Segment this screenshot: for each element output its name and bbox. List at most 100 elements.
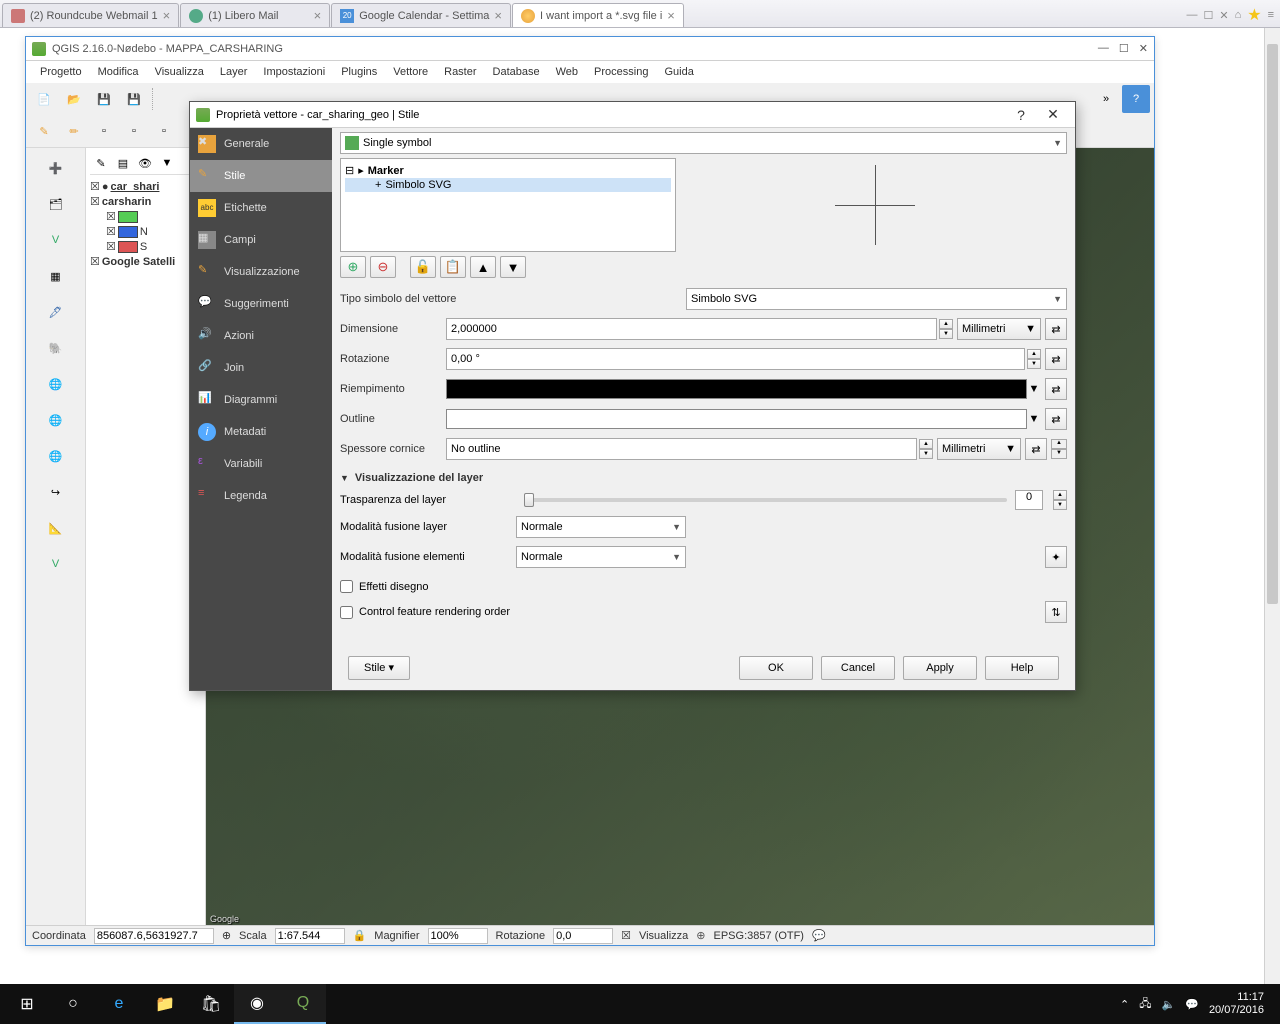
- feather-icon[interactable]: 🖋: [42, 298, 70, 326]
- qgis-titlebar[interactable]: QGIS 2.16.0-Nødebo - MAPPA_CARSHARING ― …: [26, 37, 1154, 61]
- taskbar-clock[interactable]: 11:17 20/07/2016: [1209, 991, 1264, 1017]
- sidebar-item-campi[interactable]: ▦Campi: [190, 224, 332, 256]
- symbol-type-combo[interactable]: Single symbol ▼: [340, 132, 1067, 154]
- rotation-input[interactable]: [553, 928, 613, 944]
- network-icon[interactable]: 🖧: [1139, 995, 1151, 1014]
- identify-icon[interactable]: 👁: [136, 154, 154, 172]
- layer-name[interactable]: carsharin: [102, 196, 152, 208]
- chevron-up-icon[interactable]: ⌃: [1120, 998, 1129, 1011]
- notification-icon[interactable]: 💬: [1185, 998, 1199, 1011]
- browser-tab-roundcube[interactable]: (2) Roundcube Webmail 1 ×: [2, 3, 179, 27]
- menu-visualizza[interactable]: Visualizza: [149, 64, 210, 80]
- lock-symbol-icon[interactable]: 🔓: [410, 256, 436, 278]
- dimension-input[interactable]: 2,000000: [446, 318, 937, 340]
- data-defined-icon[interactable]: ⇄: [1045, 378, 1067, 400]
- add-layer-icon[interactable]: ➕: [42, 154, 70, 182]
- close-icon[interactable]: ✕: [1219, 9, 1228, 22]
- menu-progetto[interactable]: Progetto: [34, 64, 88, 80]
- apply-button[interactable]: Apply: [903, 656, 977, 680]
- sidebar-item-stile[interactable]: ✎Stile: [190, 160, 332, 192]
- edit-pencil-icon[interactable]: ✏: [60, 117, 88, 145]
- effects-settings-icon[interactable]: ✦: [1045, 546, 1067, 568]
- draw-effects-checkbox[interactable]: [340, 580, 353, 593]
- data-defined-icon[interactable]: ⇄: [1045, 408, 1067, 430]
- transparency-value[interactable]: 0: [1015, 490, 1043, 510]
- layer-style-icon[interactable]: ✎: [92, 154, 110, 172]
- ok-button[interactable]: OK: [739, 656, 813, 680]
- help-icon[interactable]: ?: [1122, 85, 1150, 113]
- overflow-icon[interactable]: »: [1092, 85, 1120, 113]
- file-explorer-icon[interactable]: 📁: [142, 984, 188, 1024]
- vector-icon[interactable]: V: [42, 226, 70, 254]
- globe-icon[interactable]: 🌐: [42, 370, 70, 398]
- symbol-layer-tree[interactable]: ⊟▸Marker +Simbolo SVG: [340, 158, 676, 252]
- search-icon[interactable]: ○: [50, 984, 96, 1024]
- store-icon[interactable]: 🛍: [188, 984, 234, 1024]
- sidebar-item-visualizzazione[interactable]: ✎Visualizzazione: [190, 256, 332, 288]
- dialog-titlebar[interactable]: Proprietà vettore - car_sharing_geo | St…: [190, 102, 1075, 128]
- blend-layer-combo[interactable]: Normale▼: [516, 516, 686, 538]
- sidebar-item-azioni[interactable]: 🔊Azioni: [190, 320, 332, 352]
- menu-database[interactable]: Database: [487, 64, 546, 80]
- magnifier-input[interactable]: [428, 928, 488, 944]
- messages-icon[interactable]: 💬: [812, 929, 826, 942]
- qgis-taskbar-icon[interactable]: Q: [280, 984, 326, 1024]
- sidebar-item-metadati[interactable]: iMetadati: [190, 416, 332, 448]
- border-width-input[interactable]: No outline: [446, 438, 917, 460]
- ruler-icon[interactable]: 📐: [42, 514, 70, 542]
- crs-label[interactable]: EPSG:3857 (OTF): [714, 930, 804, 942]
- layer-tree[interactable]: ☒●car_shari ☒carsharin ☒ ☒N ☒S ☒Google S…: [90, 179, 201, 269]
- outline-color-well[interactable]: [446, 409, 1027, 429]
- coord-input[interactable]: [94, 928, 214, 944]
- menu-raster[interactable]: Raster: [438, 64, 482, 80]
- minimize-icon[interactable]: ―: [1186, 9, 1197, 21]
- remove-symbol-icon[interactable]: ⊖: [370, 256, 396, 278]
- help-button[interactable]: Help: [985, 656, 1059, 680]
- close-icon[interactable]: ×: [314, 8, 322, 23]
- move-down-icon[interactable]: ▼: [500, 256, 526, 278]
- cancel-button[interactable]: Cancel: [821, 656, 895, 680]
- pencil-icon[interactable]: ✎: [30, 117, 58, 145]
- tool-icon[interactable]: ▫: [90, 117, 118, 145]
- move-up-icon[interactable]: ▲: [470, 256, 496, 278]
- raster-icon[interactable]: ▦: [42, 262, 70, 290]
- bookmark-star-icon[interactable]: ★: [1247, 5, 1261, 25]
- new-project-icon[interactable]: 📄: [30, 85, 58, 113]
- data-defined-icon[interactable]: ⇄: [1025, 438, 1047, 460]
- data-defined-icon[interactable]: ⇄: [1045, 318, 1067, 340]
- close-icon[interactable]: ✕: [1037, 106, 1069, 123]
- dimension-unit-combo[interactable]: Millimetri▼: [957, 318, 1041, 340]
- rendering-order-settings-icon[interactable]: ⇅: [1045, 601, 1067, 623]
- open-icon[interactable]: 📂: [60, 85, 88, 113]
- border-unit-combo[interactable]: Millimetri▼: [937, 438, 1021, 460]
- symbol-type-select[interactable]: Simbolo SVG▼: [686, 288, 1067, 310]
- browser-tab-svg[interactable]: I want import a *.svg file i ×: [512, 3, 684, 27]
- menu-guida[interactable]: Guida: [658, 64, 699, 80]
- fill-color-well[interactable]: [446, 379, 1027, 399]
- layer-name[interactable]: car_shari: [111, 181, 160, 193]
- layer-rendering-header[interactable]: ▼Visualizzazione del layer: [340, 472, 1067, 484]
- mouse-icon[interactable]: ⊕: [222, 929, 231, 942]
- sidebar-item-legenda[interactable]: ≡Legenda: [190, 480, 332, 512]
- arrow-icon[interactable]: ↪: [42, 478, 70, 506]
- crs-icon[interactable]: ⊕: [696, 929, 705, 942]
- browser-scrollbar[interactable]: [1264, 28, 1280, 984]
- maximize-icon[interactable]: ☐: [1119, 42, 1129, 55]
- start-button[interactable]: ⊞: [4, 984, 50, 1024]
- menu-plugins[interactable]: Plugins: [335, 64, 383, 80]
- tool-icon[interactable]: ▫: [150, 117, 178, 145]
- menu-vettore[interactable]: Vettore: [387, 64, 434, 80]
- home-icon[interactable]: ⌂: [1235, 9, 1242, 21]
- sidebar-item-diagrammi[interactable]: 📊Diagrammi: [190, 384, 332, 416]
- globe-icon[interactable]: 🌐: [42, 406, 70, 434]
- chrome-icon[interactable]: ◉: [234, 984, 280, 1024]
- tool-icon[interactable]: ▫: [120, 117, 148, 145]
- add-symbol-icon[interactable]: ⊕: [340, 256, 366, 278]
- vector-layer-icon[interactable]: V: [42, 550, 70, 578]
- sidebar-item-generale[interactable]: ✖Generale: [190, 128, 332, 160]
- volume-icon[interactable]: 🔈: [1162, 998, 1176, 1011]
- menu-web[interactable]: Web: [550, 64, 584, 80]
- save-icon[interactable]: 💾: [90, 85, 118, 113]
- lock-icon[interactable]: 🔒: [353, 929, 367, 942]
- sidebar-item-join[interactable]: 🔗Join: [190, 352, 332, 384]
